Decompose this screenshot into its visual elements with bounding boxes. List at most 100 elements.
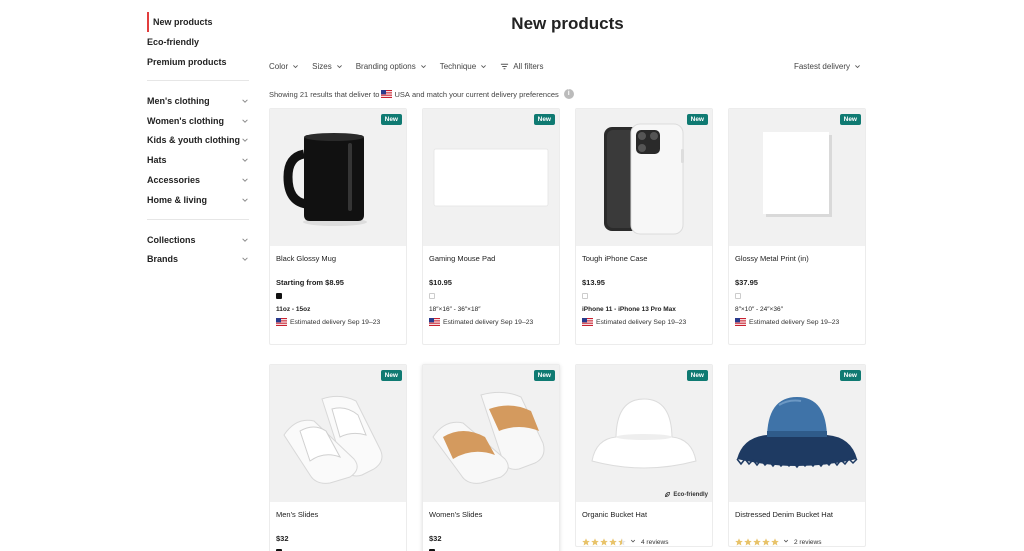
product-name: Men's Slides	[276, 510, 319, 519]
star-half-icon	[618, 538, 626, 546]
product-card[interactable]: New Glossy Metal Print (in) $37.95 8″×10…	[728, 108, 866, 345]
star-icon	[744, 538, 752, 546]
product-price: Starting from $8.95	[276, 278, 344, 287]
sidebar-item-premium-products[interactable]: Premium products	[147, 52, 249, 72]
product-card[interactable]: New Distressed Denim Bucket Hat 2 review…	[728, 364, 866, 547]
sort-label: Fastest delivery	[793, 61, 850, 71]
sidebar-item-kids-youth-clothing[interactable]: Kids & youth clothing	[147, 131, 249, 151]
chevron-down-icon	[241, 255, 249, 263]
review-count: 4 reviews	[641, 538, 669, 546]
new-badge: New	[839, 114, 861, 125]
sidebar-divider	[147, 218, 249, 220]
us-flag-icon	[381, 90, 393, 98]
sidebar-item-label: Men's clothing	[147, 95, 210, 106]
organic-bucket-hat-image	[591, 398, 697, 469]
chevron-down-icon	[241, 136, 249, 144]
chevron-down-icon	[241, 196, 249, 204]
sidebar-item-mens-clothing[interactable]: Men's clothing	[147, 91, 249, 111]
sidebar-item-womens-clothing[interactable]: Women's clothing	[147, 111, 249, 131]
leaf-icon	[665, 492, 671, 497]
star-icon	[762, 538, 770, 546]
star-icon	[609, 538, 617, 546]
sidebar-item-label: Kids & youth clothing	[147, 135, 240, 146]
color-filter-label: Color	[269, 61, 289, 71]
sidebar-item-label: Women's clothing	[147, 115, 224, 126]
color-filter[interactable]: Color	[269, 62, 299, 71]
sidebar-item-collections[interactable]: Collections	[147, 230, 249, 250]
delivery-text: Estimated delivery Sep 19–23	[749, 318, 840, 326]
info-icon[interactable]: i	[563, 89, 574, 99]
delivery-estimate: Estimated delivery Sep 19–23	[582, 318, 706, 326]
phone-case-image	[604, 123, 684, 235]
color-swatch[interactable]	[582, 293, 588, 299]
product-image: New Eco-friendly	[576, 365, 712, 502]
product-card[interactable]: New Black Glossy Mug Starting from $8.95…	[269, 108, 407, 345]
product-name: Women's Slides	[429, 510, 483, 519]
page-title: New products	[511, 14, 624, 33]
color-swatch[interactable]	[276, 293, 282, 299]
eco-tag-label: Eco-friendly	[673, 491, 708, 498]
technique-filter[interactable]: Technique	[440, 62, 487, 71]
product-card[interactable]: New Women's Slides $32	[422, 364, 560, 551]
sizes-filter-label: Sizes	[312, 61, 332, 71]
results-country: USA	[394, 89, 410, 99]
us-flag-icon	[735, 318, 746, 326]
mens-slides-image	[283, 395, 383, 484]
new-badge: New	[839, 370, 861, 381]
sort-dropdown[interactable]: Fastest delivery	[794, 62, 861, 71]
review-count: 2 reviews	[794, 538, 822, 546]
star-icon	[600, 538, 608, 546]
new-badge: New	[533, 114, 555, 125]
product-image: New	[576, 109, 712, 246]
sidebar-divider	[147, 80, 249, 81]
filter-bar: Color Sizes Branding options Technique A…	[269, 59, 861, 73]
rating[interactable]: 2 reviews	[735, 538, 859, 546]
sidebar-item-label: Home & living	[147, 194, 208, 205]
product-price: $32	[276, 534, 289, 543]
product-card[interactable]: New Eco-friendly Organic Bucket Hat 4 re…	[575, 364, 713, 547]
filter-icon	[501, 63, 509, 69]
star-icon	[753, 538, 761, 546]
star-icon	[591, 538, 599, 546]
product-size-range: 11oz - 15oz	[276, 306, 311, 313]
all-filters-button[interactable]: All filters	[500, 62, 543, 71]
product-card[interactable]: New Tough iPhone Case $13.95 iPhone 11 -…	[575, 108, 713, 345]
mug-image	[283, 133, 367, 226]
product-image: New	[423, 365, 559, 502]
product-card[interactable]: New Men's Slides $32	[269, 364, 407, 551]
new-badge: New	[380, 114, 402, 125]
sidebar-item-new-products[interactable]: New products	[147, 12, 249, 32]
delivery-text: Estimated delivery Sep 19–23	[596, 318, 687, 326]
chevron-down-icon	[420, 64, 426, 68]
color-swatch[interactable]	[429, 293, 435, 299]
star-icon	[735, 538, 743, 546]
branding-filter-label: Branding options	[355, 61, 416, 71]
branding-options-filter[interactable]: Branding options	[356, 62, 427, 71]
product-size-range: iPhone 11 - iPhone 13 Pro Max	[582, 306, 676, 313]
sidebar-item-eco-friendly[interactable]: Eco-friendly	[147, 32, 249, 52]
sidebar-item-hats[interactable]: Hats	[147, 150, 249, 170]
chevron-down-icon	[241, 97, 249, 105]
product-price: $10.95	[429, 278, 452, 287]
product-name: Distressed Denim Bucket Hat	[735, 510, 833, 519]
product-size-range: 18″×16″ - 36″×18″	[429, 306, 481, 313]
rating[interactable]: 4 reviews	[582, 538, 706, 546]
product-name: Organic Bucket Hat	[582, 510, 648, 519]
denim-bucket-hat-image	[736, 397, 858, 469]
product-card[interactable]: New Gaming Mouse Pad $10.95 18″×16″ - 36…	[422, 108, 560, 345]
sidebar-item-label: Brands	[147, 254, 179, 265]
results-suffix: and match your current delivery preferen…	[412, 89, 559, 99]
sizes-filter[interactable]: Sizes	[312, 62, 343, 71]
color-swatch[interactable]	[735, 293, 741, 299]
chevron-down-icon	[241, 236, 249, 244]
chevron-down-icon	[241, 117, 249, 125]
sidebar: New products Eco-friendly Premium produc…	[147, 12, 249, 269]
new-badge: New	[686, 114, 708, 125]
us-flag-icon	[582, 318, 593, 326]
sidebar-item-accessories[interactable]: Accessories	[147, 170, 249, 190]
sidebar-item-home-living[interactable]: Home & living	[147, 190, 249, 210]
new-badge: New	[533, 370, 555, 381]
chevron-down-icon	[241, 176, 249, 184]
chevron-down-icon	[783, 538, 789, 546]
sidebar-item-brands[interactable]: Brands	[147, 250, 249, 270]
